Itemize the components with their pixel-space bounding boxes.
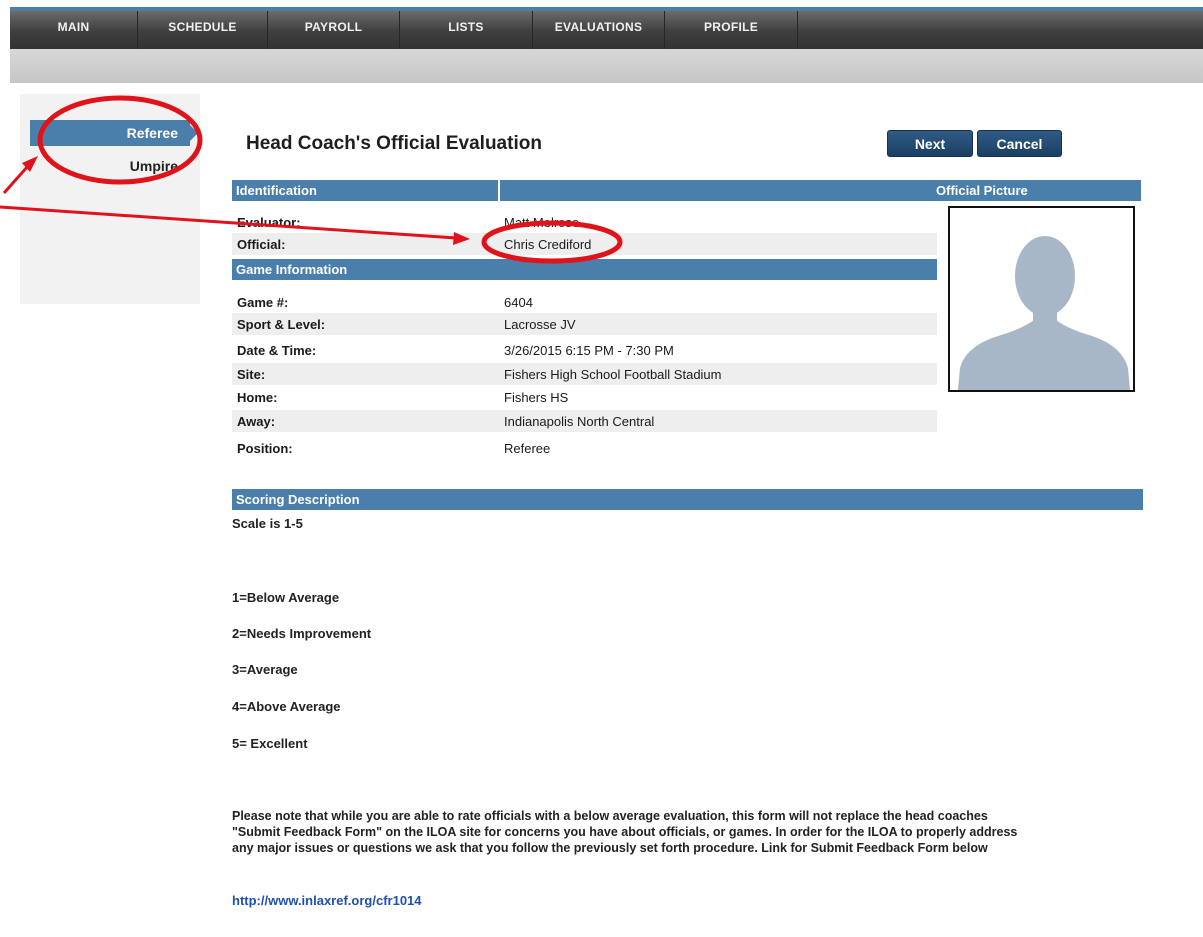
annotation-circle-official bbox=[481, 220, 623, 264]
annotation-arrow-line-left bbox=[2, 165, 30, 194]
annotation-arrow-line-right bbox=[0, 205, 457, 240]
red-annotation-overlay bbox=[0, 95, 623, 264]
annotation-circle-referee bbox=[37, 95, 203, 185]
annotation-arrowhead-right bbox=[453, 232, 470, 245]
